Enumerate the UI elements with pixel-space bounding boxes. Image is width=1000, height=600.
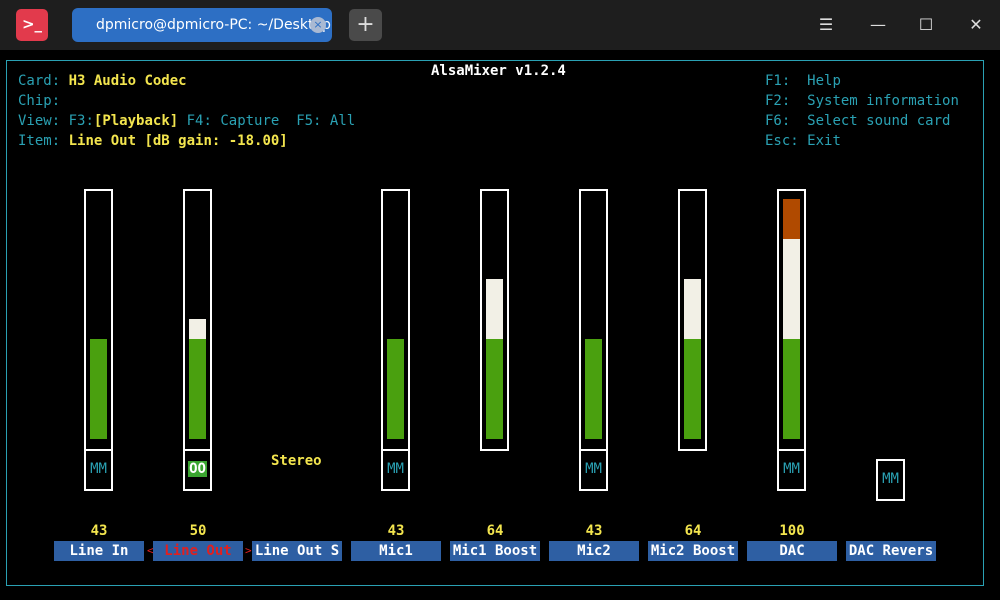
line-out-level-high [189,319,206,339]
view-label: View: [18,113,61,129]
mic1-boost-value: 64 [486,523,504,539]
mixer-title: AlsaMixer v1.2.4 [424,61,573,81]
help-esc: Esc: Exit [765,133,841,149]
mic2-value: 43 [585,523,603,539]
dac-level [783,339,800,439]
view-line: View: F3:[Playback] F4: Capture F5: All [18,111,355,131]
mic1-label[interactable]: Mic1 [351,541,441,561]
tab-close-icon[interactable]: × [310,17,326,33]
maximize-icon[interactable]: ☐ [914,13,938,37]
line-out-label[interactable]: Line Out [153,541,243,561]
view-all[interactable]: F5: All [296,113,355,129]
line-in-value: 43 [90,523,108,539]
mic1-boost-bar[interactable] [480,189,509,451]
dac-revers-label[interactable]: DAC Revers [846,541,936,561]
mic2-boost-level [684,339,701,439]
item-label: Item: [18,133,61,149]
new-tab-button[interactable]: + [349,9,382,41]
mic2-level [585,339,602,439]
help-f1: F1: Help [765,73,841,89]
chip-label: Chip: [18,93,61,109]
line-out-value: 50 [189,523,207,539]
mic2-mute[interactable]: MM [579,449,608,491]
mic1-bar[interactable] [381,189,410,451]
view-capture[interactable]: F4: Capture [187,113,280,129]
help-f2: F2: System information [765,93,959,109]
dac-value: 100 [779,523,805,539]
chip-line: Chip: [18,91,69,111]
view-f3-key: F3: [68,113,94,129]
close-icon[interactable]: ✕ [964,13,988,37]
dac-level-high [783,239,800,339]
mic2-label[interactable]: Mic2 [549,541,639,561]
line-in-level [90,339,107,439]
card-value: H3 Audio Codec [68,73,187,89]
menu-icon[interactable]: ☰ [814,13,838,37]
dac-revers-mute[interactable]: MM [876,459,905,501]
mic1-boost-level-high [486,279,503,339]
dac-mute[interactable]: MM [777,449,806,491]
terminal-app-icon[interactable]: >_ [16,9,48,41]
line-in-bar[interactable] [84,189,113,451]
card-line: Card: H3 Audio Codec [18,71,187,91]
mic2-bar[interactable] [579,189,608,451]
item-value: Line Out [dB gain: -18.00] [68,133,288,149]
terminal-tab[interactable]: dpmicro@dpmicro-PC: ~/Desktop × [72,8,332,42]
minimize-icon[interactable]: — [866,13,890,37]
mic2-boost-value: 64 [684,523,702,539]
line-out-mute[interactable]: OO [183,449,212,491]
mic1-mute[interactable]: MM [381,449,410,491]
line-out-bar[interactable] [183,189,212,451]
mic2-boost-level-high [684,279,701,339]
card-label: Card: [18,73,61,89]
selected-right-chevron: > [245,544,252,557]
line-in-label[interactable]: Line In [54,541,144,561]
window-titlebar: >_ dpmicro@dpmicro-PC: ~/Desktop × + ☰ —… [0,0,1000,50]
mic1-value: 43 [387,523,405,539]
mixer-frame: AlsaMixer v1.2.4 Card: H3 Audio Codec Ch… [6,60,984,586]
tab-title: dpmicro@dpmicro-PC: ~/Desktop [96,17,331,33]
terminal-area[interactable]: AlsaMixer v1.2.4 Card: H3 Audio Codec Ch… [0,50,1000,600]
mic1-level [387,339,404,439]
mic2-boost-label[interactable]: Mic2 Boost [648,541,738,561]
dac-bar[interactable] [777,189,806,451]
mic1-boost-level [486,339,503,439]
view-playback[interactable]: [Playback] [94,113,178,129]
stereo-label: Stereo [271,453,322,469]
item-line: Item: Line Out [dB gain: -18.00] [18,131,288,151]
line-in-mute[interactable]: MM [84,449,113,491]
mic1-boost-label[interactable]: Mic1 Boost [450,541,540,561]
dac-label[interactable]: DAC [747,541,837,561]
mic2-boost-bar[interactable] [678,189,707,451]
line-out-level [189,339,206,439]
dac-level-peak [783,199,800,239]
line-out-s-label[interactable]: Line Out S [252,541,342,561]
help-f6: F6: Select sound card [765,113,951,129]
